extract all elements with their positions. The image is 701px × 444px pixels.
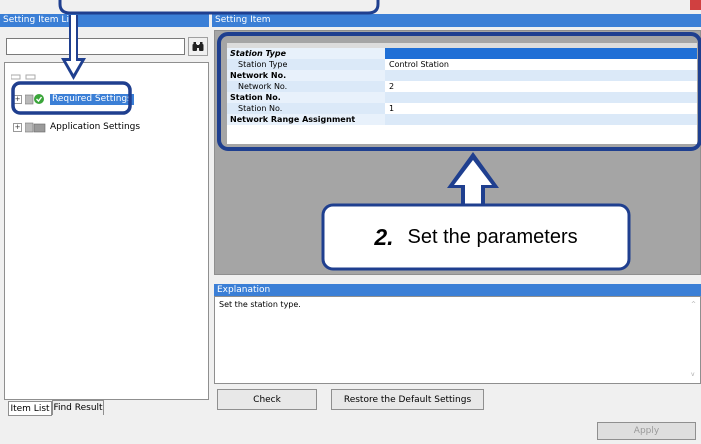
binoculars-icon [192,41,204,51]
grid-item: Station Type [230,49,287,58]
callout-label: 2. Set the parameters [323,205,629,269]
setting-item-title: Setting Item [212,14,701,27]
expand-icon[interactable]: + [13,122,22,132]
left-panel-title: Setting Item Li [0,14,209,27]
callout-step-number: 2. [374,223,394,250]
item-tree: + Required Settings + Application Settin… [4,62,209,400]
grid-item: Station Type [227,59,385,70]
grid-value [385,114,697,125]
check-button[interactable]: Check [217,389,317,410]
scroll-up-icon[interactable]: ^ [691,301,696,308]
tab-item-list[interactable]: Item List [8,401,52,416]
apply-button[interactable]: Apply [597,422,696,440]
grid-row-network-range-assignment: Network Range Assignment [227,114,697,125]
grid-value [385,70,697,81]
corner-mark [690,0,701,10]
grid-item: Station No. [230,93,281,102]
grid-row-station-type[interactable]: Station Type Control Station [227,59,697,70]
tree-item-required-settings[interactable]: + Required Settings [13,93,134,105]
tree-item-application-settings[interactable]: + Application Settings [13,121,140,133]
grid-value [385,92,697,103]
search-button[interactable] [188,37,208,56]
grid-row-network-no-category: Network No. [227,70,697,81]
grid-value[interactable]: 1 [385,103,697,114]
grid-row-network-no[interactable]: Network No. 2 [227,81,697,92]
grid-value[interactable]: Control Station [385,59,697,70]
scroll-down-icon[interactable]: v [691,371,695,378]
grid-row-station-type-category: Station Type [227,48,697,59]
grid-row-station-no-category: Station No. [227,92,697,103]
grid-item: Network No. [230,71,287,80]
tree-item-label: Required Settings [50,93,134,105]
restore-defaults-button[interactable]: Restore the Default Settings [331,389,484,410]
callout-text: Set the parameters [407,225,578,248]
setting-grid: Station Type Station Type Control Statio… [227,43,697,144]
search-input[interactable] [6,38,185,55]
explanation-text: Set the station type. [219,300,301,309]
grid-value [385,48,697,59]
explanation-scrollbar[interactable]: ^ v [689,297,700,383]
settings-folder-icon [25,94,44,105]
grid-item: Network No. [227,81,385,92]
grid-value[interactable]: 2 [385,81,697,92]
grid-item: Network Range Assignment [230,115,356,124]
tab-find-result[interactable]: Find Result [52,400,104,415]
grid-row-station-no[interactable]: Station No. 1 [227,103,697,114]
tree-toolbar-icons [10,73,41,80]
grid-item: Station No. [227,103,385,114]
explanation-box: Set the station type. ^ v [214,296,701,384]
tree-item-label: Application Settings [50,121,141,132]
folder-icon [25,122,46,133]
expand-icon[interactable]: + [13,94,22,104]
explanation-title: Explanation [214,284,701,296]
